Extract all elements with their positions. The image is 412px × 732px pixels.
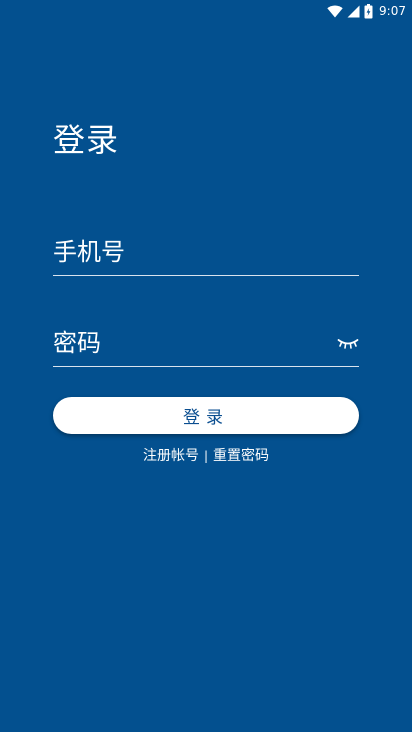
eye-closed-icon[interactable] — [337, 336, 359, 350]
account-links: 注册帐号 | 重置密码 — [0, 446, 412, 466]
password-field — [53, 317, 359, 367]
battery-icon — [364, 3, 373, 18]
cell-signal-icon — [347, 5, 360, 17]
status-icons: 9:07 — [327, 2, 406, 20]
phone-input[interactable] — [53, 235, 323, 269]
wifi-icon — [327, 5, 343, 17]
status-time: 9:07 — [379, 4, 406, 18]
phone-field — [53, 226, 359, 276]
login-button[interactable]: 登录 — [53, 397, 359, 434]
register-link[interactable]: 注册帐号 — [143, 448, 199, 464]
link-separator: | — [203, 449, 209, 463]
page-title: 登录 — [53, 121, 120, 159]
reset-password-link[interactable]: 重置密码 — [213, 448, 269, 464]
password-input[interactable] — [53, 326, 323, 360]
status-bar: 9:07 — [0, 0, 412, 22]
